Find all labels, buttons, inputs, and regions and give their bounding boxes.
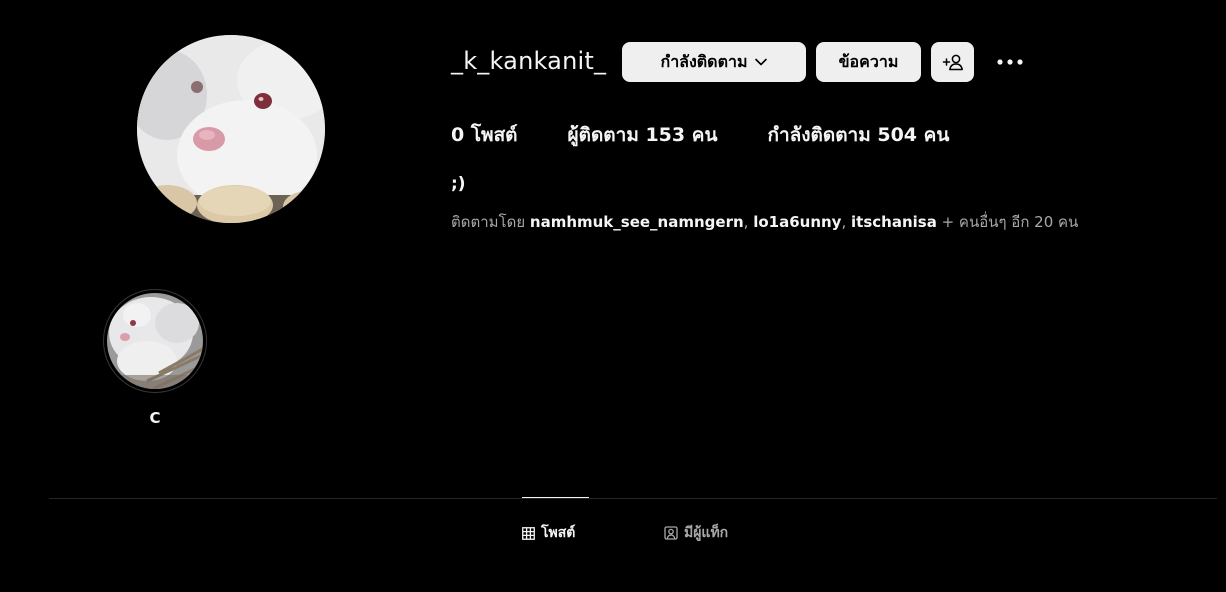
following-link[interactable]: กำลังติดตาม 504 คน	[767, 120, 949, 150]
following-button-label: กำลังติดตาม	[660, 51, 748, 71]
message-button-label: ข้อความ	[838, 51, 899, 71]
followed-by-user[interactable]: lo1a6unny	[753, 213, 841, 231]
profile-username: _k_kankanit_	[451, 47, 607, 75]
message-button[interactable]: ข้อความ	[816, 42, 921, 82]
tabs-divider	[49, 498, 1217, 499]
tab-tagged-label: มีผู้แท็ก	[684, 525, 729, 541]
tab-posts-label: โพสต์	[541, 525, 576, 541]
more-options-button[interactable]	[990, 48, 1030, 76]
story-highlight[interactable]: C	[103, 289, 209, 427]
chevron-down-icon	[754, 58, 767, 66]
highlight-hamster-image	[107, 293, 203, 389]
suggest-users-button[interactable]	[931, 42, 974, 82]
followed-by-suffix: + คนอื่นๆ อีก 20 คน	[936, 213, 1079, 231]
profile-page: _k_kankanit_ กำลังติดตาม ข้อความ 0 โพสต์…	[0, 0, 1226, 592]
highlight-label: C	[149, 409, 161, 427]
followed-by-text[interactable]: ติดตามโดย namhmuk_see_namngern, lo1a6unn…	[451, 210, 1078, 234]
avatar-hamster-image	[137, 35, 325, 223]
followers-link[interactable]: ผู้ติดตาม 153 คน	[568, 120, 718, 150]
grid-icon	[522, 526, 535, 540]
more-options-icon	[997, 59, 1023, 65]
tagged-icon	[664, 526, 678, 540]
following-button[interactable]: กำลังติดตาม	[622, 42, 806, 82]
posts-count: 0 โพสต์	[451, 124, 518, 146]
profile-avatar[interactable]	[137, 35, 325, 223]
followed-by-user[interactable]: itschanisa	[851, 213, 937, 231]
highlight-cover-image	[107, 293, 203, 389]
profile-stats: 0 โพสต์ ผู้ติดตาม 153 คน กำลังติดตาม 504…	[451, 120, 949, 150]
tab-tagged[interactable]: มีผู้แท็ก	[664, 522, 728, 544]
followed-by-separator: ,	[841, 213, 852, 231]
followed-by-prefix: ติดตามโดย	[451, 213, 530, 231]
followed-by-user[interactable]: namhmuk_see_namngern	[530, 213, 744, 231]
highlight-ring	[103, 289, 207, 393]
profile-bio: ;)	[451, 174, 466, 194]
followed-by-separator: ,	[743, 213, 754, 231]
add-user-icon	[942, 54, 963, 71]
tab-posts[interactable]: โพสต์	[522, 522, 575, 544]
active-tab-indicator	[522, 497, 589, 498]
